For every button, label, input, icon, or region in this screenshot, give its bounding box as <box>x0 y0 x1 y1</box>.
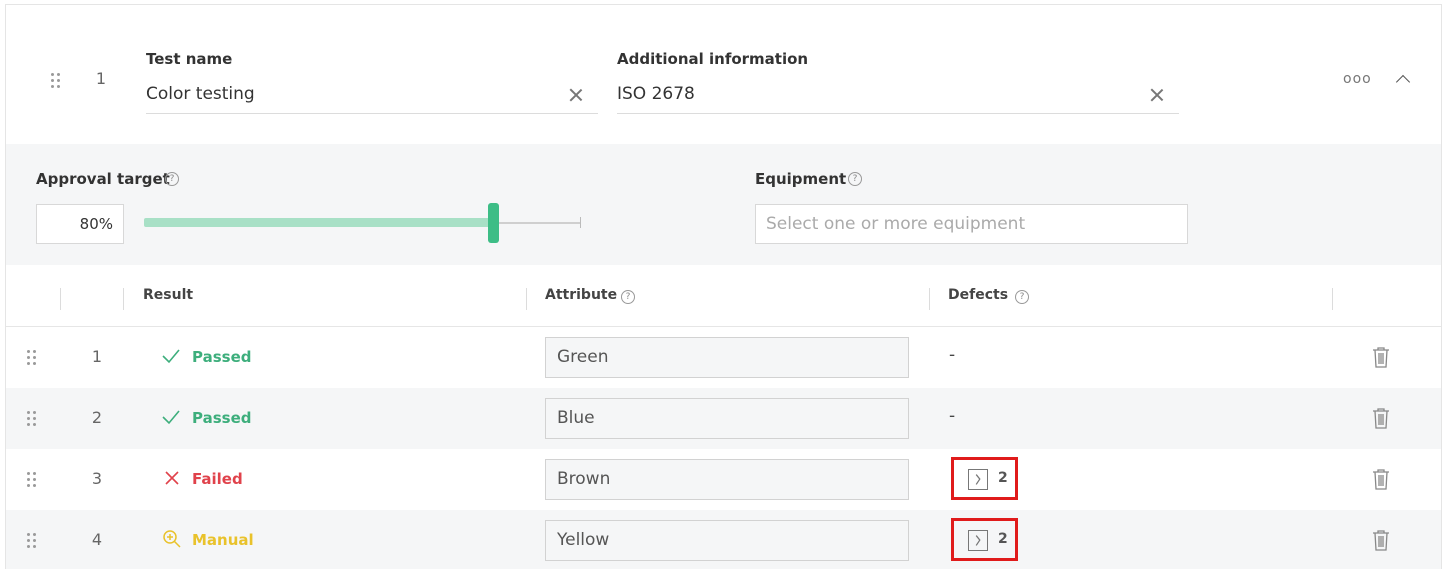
defects-button[interactable]: 2 <box>951 518 1018 561</box>
defect-document-icon <box>968 469 988 490</box>
table-row: 1 Passed Green - <box>6 327 1441 388</box>
table-row: 3 Failed Brown 2 <box>6 449 1441 510</box>
row-index: 2 <box>91 408 103 427</box>
column-divider <box>1332 288 1333 310</box>
column-defects: Defects <box>948 287 1009 303</box>
column-attribute: Attribute <box>545 287 618 303</box>
defects-button[interactable]: 2 <box>951 457 1018 500</box>
row-drag-handle-icon[interactable] <box>27 411 37 427</box>
approval-slider-thumb[interactable] <box>487 203 499 243</box>
result-status[interactable]: Failed <box>192 470 243 488</box>
test-name-input[interactable]: Color testing <box>146 84 255 104</box>
attribute-field[interactable]: Yellow <box>545 520 909 561</box>
table-header: Result Attribute ? Defects ? <box>6 265 1441 327</box>
more-options-icon[interactable]: ooo <box>1343 71 1372 87</box>
defect-document-icon <box>968 530 988 551</box>
clear-test-name-icon[interactable] <box>568 87 584 103</box>
attribute-field[interactable]: Brown <box>545 459 909 500</box>
clear-additional-info-icon[interactable] <box>1149 87 1165 103</box>
additional-info-label: Additional information <box>617 50 809 68</box>
approval-slider-end <box>580 217 581 228</box>
column-divider <box>526 288 527 310</box>
cross-icon <box>165 471 179 485</box>
row-index: 4 <box>91 530 103 549</box>
trash-icon[interactable] <box>1371 407 1391 429</box>
column-divider <box>929 288 930 310</box>
attribute-help-icon[interactable]: ? <box>621 290 635 304</box>
test-name-underline <box>146 113 598 114</box>
test-index: 1 <box>95 69 107 88</box>
result-status[interactable]: Manual <box>192 531 254 549</box>
defects-help-icon[interactable]: ? <box>1015 290 1029 304</box>
drag-handle-icon[interactable] <box>51 73 61 89</box>
approval-target-label: Approval target <box>36 170 170 188</box>
check-icon <box>162 349 180 364</box>
row-index: 1 <box>91 347 103 366</box>
check-icon <box>162 410 180 425</box>
zoom-in-icon <box>163 530 181 548</box>
additional-info-input[interactable]: ISO 2678 <box>617 84 695 104</box>
approval-target-input[interactable]: 80% <box>36 204 124 244</box>
table-row: 2 Passed Blue - <box>6 388 1441 449</box>
defects-value: - <box>949 345 956 365</box>
column-divider <box>123 288 124 310</box>
row-drag-handle-icon[interactable] <box>27 472 37 488</box>
defects-count: 2 <box>998 531 1008 547</box>
trash-icon[interactable] <box>1371 468 1391 490</box>
attribute-field[interactable]: Blue <box>545 398 909 439</box>
defects-value: - <box>949 406 956 426</box>
row-drag-handle-icon[interactable] <box>27 533 37 549</box>
column-divider <box>60 288 61 310</box>
result-status[interactable]: Passed <box>192 409 251 427</box>
test-header: 1 Test name Color testing Additional inf… <box>6 5 1441 144</box>
equipment-label: Equipment <box>755 170 847 188</box>
equipment-select[interactable]: Select one or more equipment <box>755 204 1188 244</box>
row-drag-handle-icon[interactable] <box>27 350 37 366</box>
column-result: Result <box>143 287 194 303</box>
test-card: 1 Test name Color testing Additional inf… <box>5 4 1442 569</box>
row-index: 3 <box>91 469 103 488</box>
table-row: 4 Manual Yellow 2 <box>6 510 1441 569</box>
settings-band: Approval target ? 80% Equipment ? Select… <box>6 144 1441 265</box>
trash-icon[interactable] <box>1371 529 1391 551</box>
additional-info-underline <box>617 113 1179 114</box>
attribute-field[interactable]: Green <box>545 337 909 378</box>
result-status[interactable]: Passed <box>192 348 251 366</box>
test-name-label: Test name <box>146 50 233 68</box>
equipment-help-icon[interactable]: ? <box>848 172 862 186</box>
chevron-up-icon[interactable] <box>1395 74 1411 90</box>
defects-count: 2 <box>998 470 1008 486</box>
approval-help-icon[interactable]: ? <box>165 172 179 186</box>
approval-slider-fill <box>144 218 493 227</box>
trash-icon[interactable] <box>1371 346 1391 368</box>
